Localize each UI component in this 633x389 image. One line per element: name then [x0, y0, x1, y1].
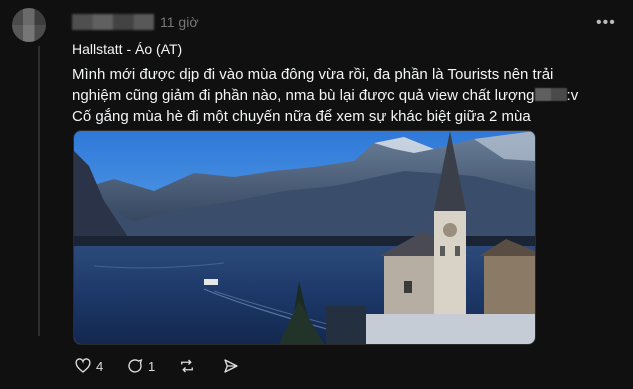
like-button[interactable]: 4	[74, 357, 103, 375]
comment-count: 1	[148, 358, 156, 374]
topic-tag[interactable]: Hallstatt - Áo (AT)	[72, 41, 182, 57]
redacted-text	[534, 88, 567, 101]
username-redacted[interactable]	[72, 14, 154, 30]
comment-icon	[128, 358, 143, 373]
avatar[interactable]	[12, 8, 46, 42]
more-dots-icon[interactable]: •••	[596, 14, 616, 32]
post-body-part1: Mình mới được dịp đi vào mùa đông vừa rồ…	[72, 66, 554, 104]
post-time: 11 giờ	[160, 14, 199, 30]
hallstatt-photo	[74, 131, 535, 344]
share-button[interactable]	[222, 357, 240, 375]
post-body: Mình mới được dịp đi vào mùa đông vừa rồ…	[72, 64, 600, 127]
share-icon	[224, 359, 238, 373]
like-count: 4	[96, 358, 104, 374]
repost-icon	[181, 359, 193, 373]
repost-button[interactable]	[178, 357, 196, 375]
thread-line	[38, 46, 40, 336]
comment-button[interactable]: 1	[126, 357, 155, 375]
heart-icon	[75, 358, 91, 373]
thread-post: 11 giờ ••• Hallstatt - Áo (AT) Mình mới …	[0, 0, 633, 389]
post-photo[interactable]	[73, 130, 536, 345]
